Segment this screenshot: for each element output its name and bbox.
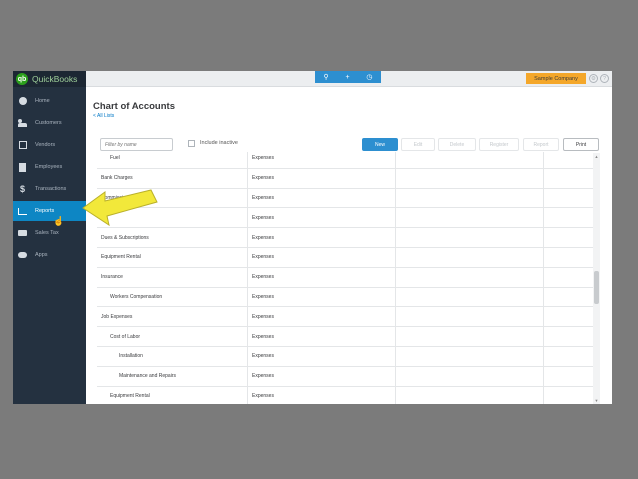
table-row[interactable]: Dues & Subscriptions Expenses <box>97 228 597 248</box>
include-inactive-label: Include inactive <box>200 140 238 146</box>
account-name: Fuel <box>110 155 120 162</box>
print-button[interactable]: Print <box>563 138 599 151</box>
help-icon[interactable]: ? <box>600 74 609 83</box>
account-type: Expenses <box>252 155 274 162</box>
apps-icon <box>18 251 27 260</box>
edit-button[interactable]: Edit <box>401 138 435 151</box>
account-type: Expenses <box>252 373 274 380</box>
sidebar-item-transactions[interactable]: $ Transactions <box>13 179 86 199</box>
company-badge[interactable]: Sample Company <box>526 73 586 84</box>
sidebar-item-customers[interactable]: Customers <box>13 113 86 133</box>
sidebar-item-sales-tax[interactable]: Sales Tax <box>13 223 86 243</box>
table-row[interactable]: Workers Compensation Expenses <box>97 288 597 308</box>
sidebar-item-vendors[interactable]: Vendors <box>13 135 86 155</box>
report-button[interactable]: Report <box>523 138 559 151</box>
account-type: Expenses <box>252 274 274 281</box>
sidebar-item-label: Customers <box>35 120 62 126</box>
table-row[interactable]: Equipment Rental Expenses <box>97 387 597 404</box>
transactions-icon: $ <box>19 183 25 194</box>
account-type: Expenses <box>252 175 274 182</box>
scroll-up-icon[interactable]: ▲ <box>594 154 599 159</box>
sidebar-item-reports[interactable]: Reports <box>13 201 86 221</box>
recent-icon[interactable]: ◷ <box>366 73 372 81</box>
account-name: Dues & Subscriptions <box>101 234 149 241</box>
table-row[interactable]: Bank Charges Expenses <box>97 169 597 189</box>
account-type: Expenses <box>252 392 274 399</box>
account-name: Job Expenses <box>101 313 133 320</box>
page-title: Chart of Accounts <box>93 101 175 112</box>
sidebar-item-label: Home <box>35 98 50 104</box>
home-icon <box>18 97 27 106</box>
filter-input[interactable] <box>100 138 173 151</box>
account-name: Insurance <box>101 274 123 281</box>
account-type: Expenses <box>252 234 274 241</box>
vendors-icon <box>18 141 27 150</box>
table-scrollbar[interactable]: ▲ ▼ <box>593 153 600 404</box>
plus-icon[interactable]: + <box>345 74 349 81</box>
sidebar-item-label: Vendors <box>35 142 56 148</box>
account-name: Maintenance and Repairs <box>119 373 176 380</box>
table-row[interactable]: Installation Expenses <box>97 347 597 367</box>
sidebar-item-home[interactable]: Home <box>13 91 86 111</box>
annotation-arrow-icon <box>82 189 158 227</box>
mouse-cursor-icon: ☝ <box>53 216 65 226</box>
account-name: Bank Charges <box>101 175 133 182</box>
sidebar-item-employees[interactable]: Employees <box>13 157 86 177</box>
account-type: Expenses <box>252 194 274 201</box>
table-row[interactable]: Insurance Expenses <box>97 268 597 288</box>
delete-button[interactable]: Delete <box>438 138 476 151</box>
sales-tax-icon <box>18 229 27 238</box>
search-icon[interactable]: ⚲ <box>323 73 328 81</box>
app-window: qb QuickBooks Home Customers Vendors Employ… <box>13 71 612 404</box>
table-row[interactable]: Expenses <box>97 208 597 229</box>
top-action-group: ⚲ + ◷ <box>315 71 381 83</box>
reports-icon <box>18 207 27 216</box>
table-row[interactable]: Commissions & feesExpenses <box>97 189 597 209</box>
table-row[interactable]: Job Expenses Expenses <box>97 307 597 328</box>
customers-icon <box>18 119 27 128</box>
account-name: Installation <box>119 353 143 360</box>
account-name: Cost of Labor <box>110 333 141 340</box>
accounts-table: FuelExpensesBank ChargesExpensesCommissi… <box>97 152 602 404</box>
sidebar-item-label: Reports <box>35 208 55 214</box>
sidebar: qb QuickBooks Home Customers Vendors Employ… <box>13 71 86 404</box>
include-inactive-checkbox[interactable] <box>188 140 195 147</box>
table-row[interactable]: Fuel Expenses <box>97 152 597 169</box>
table-row[interactable]: Cost of Labor Expenses <box>97 327 597 347</box>
account-type: Expenses <box>252 254 274 261</box>
account-type: Expenses <box>252 353 274 360</box>
account-type: Expenses <box>252 214 274 221</box>
sidebar-item-label: Transactions <box>35 186 67 192</box>
table-row[interactable]: Maintenance and Repairs Expenses <box>97 367 597 387</box>
account-name: Workers Compensation <box>110 293 163 300</box>
account-type: Expenses <box>252 333 274 340</box>
gear-icon[interactable]: ⚙ <box>589 74 598 83</box>
table-row[interactable]: Equipment Rental Expenses <box>97 248 597 268</box>
account-name: Equipment Rental <box>101 254 141 261</box>
logo-text: QuickBooks <box>32 74 78 84</box>
scroll-down-icon[interactable]: ▼ <box>594 398 599 403</box>
sidebar-item-apps[interactable]: Apps <box>13 245 86 265</box>
account-type: Expenses <box>252 313 274 320</box>
quickbooks-logo-icon: qb <box>16 73 28 85</box>
sidebar-item-label: Apps <box>35 252 48 258</box>
new-button[interactable]: New <box>362 138 398 151</box>
sidebar-item-label: Employees <box>35 164 63 170</box>
account-type: Expenses <box>252 293 274 300</box>
sidebar-item-label: Sales Tax <box>35 230 59 236</box>
scroll-thumb[interactable] <box>594 271 599 304</box>
register-button[interactable]: Register <box>479 138 519 151</box>
all-lists-link[interactable]: < All Lists <box>93 113 114 119</box>
employees-icon <box>18 162 27 172</box>
account-name: Equipment Rental <box>110 392 150 399</box>
app-logo[interactable]: qb QuickBooks <box>13 71 86 87</box>
top-bar: ⚲ + ◷ Sample Company ⚙ ? <box>86 71 612 87</box>
